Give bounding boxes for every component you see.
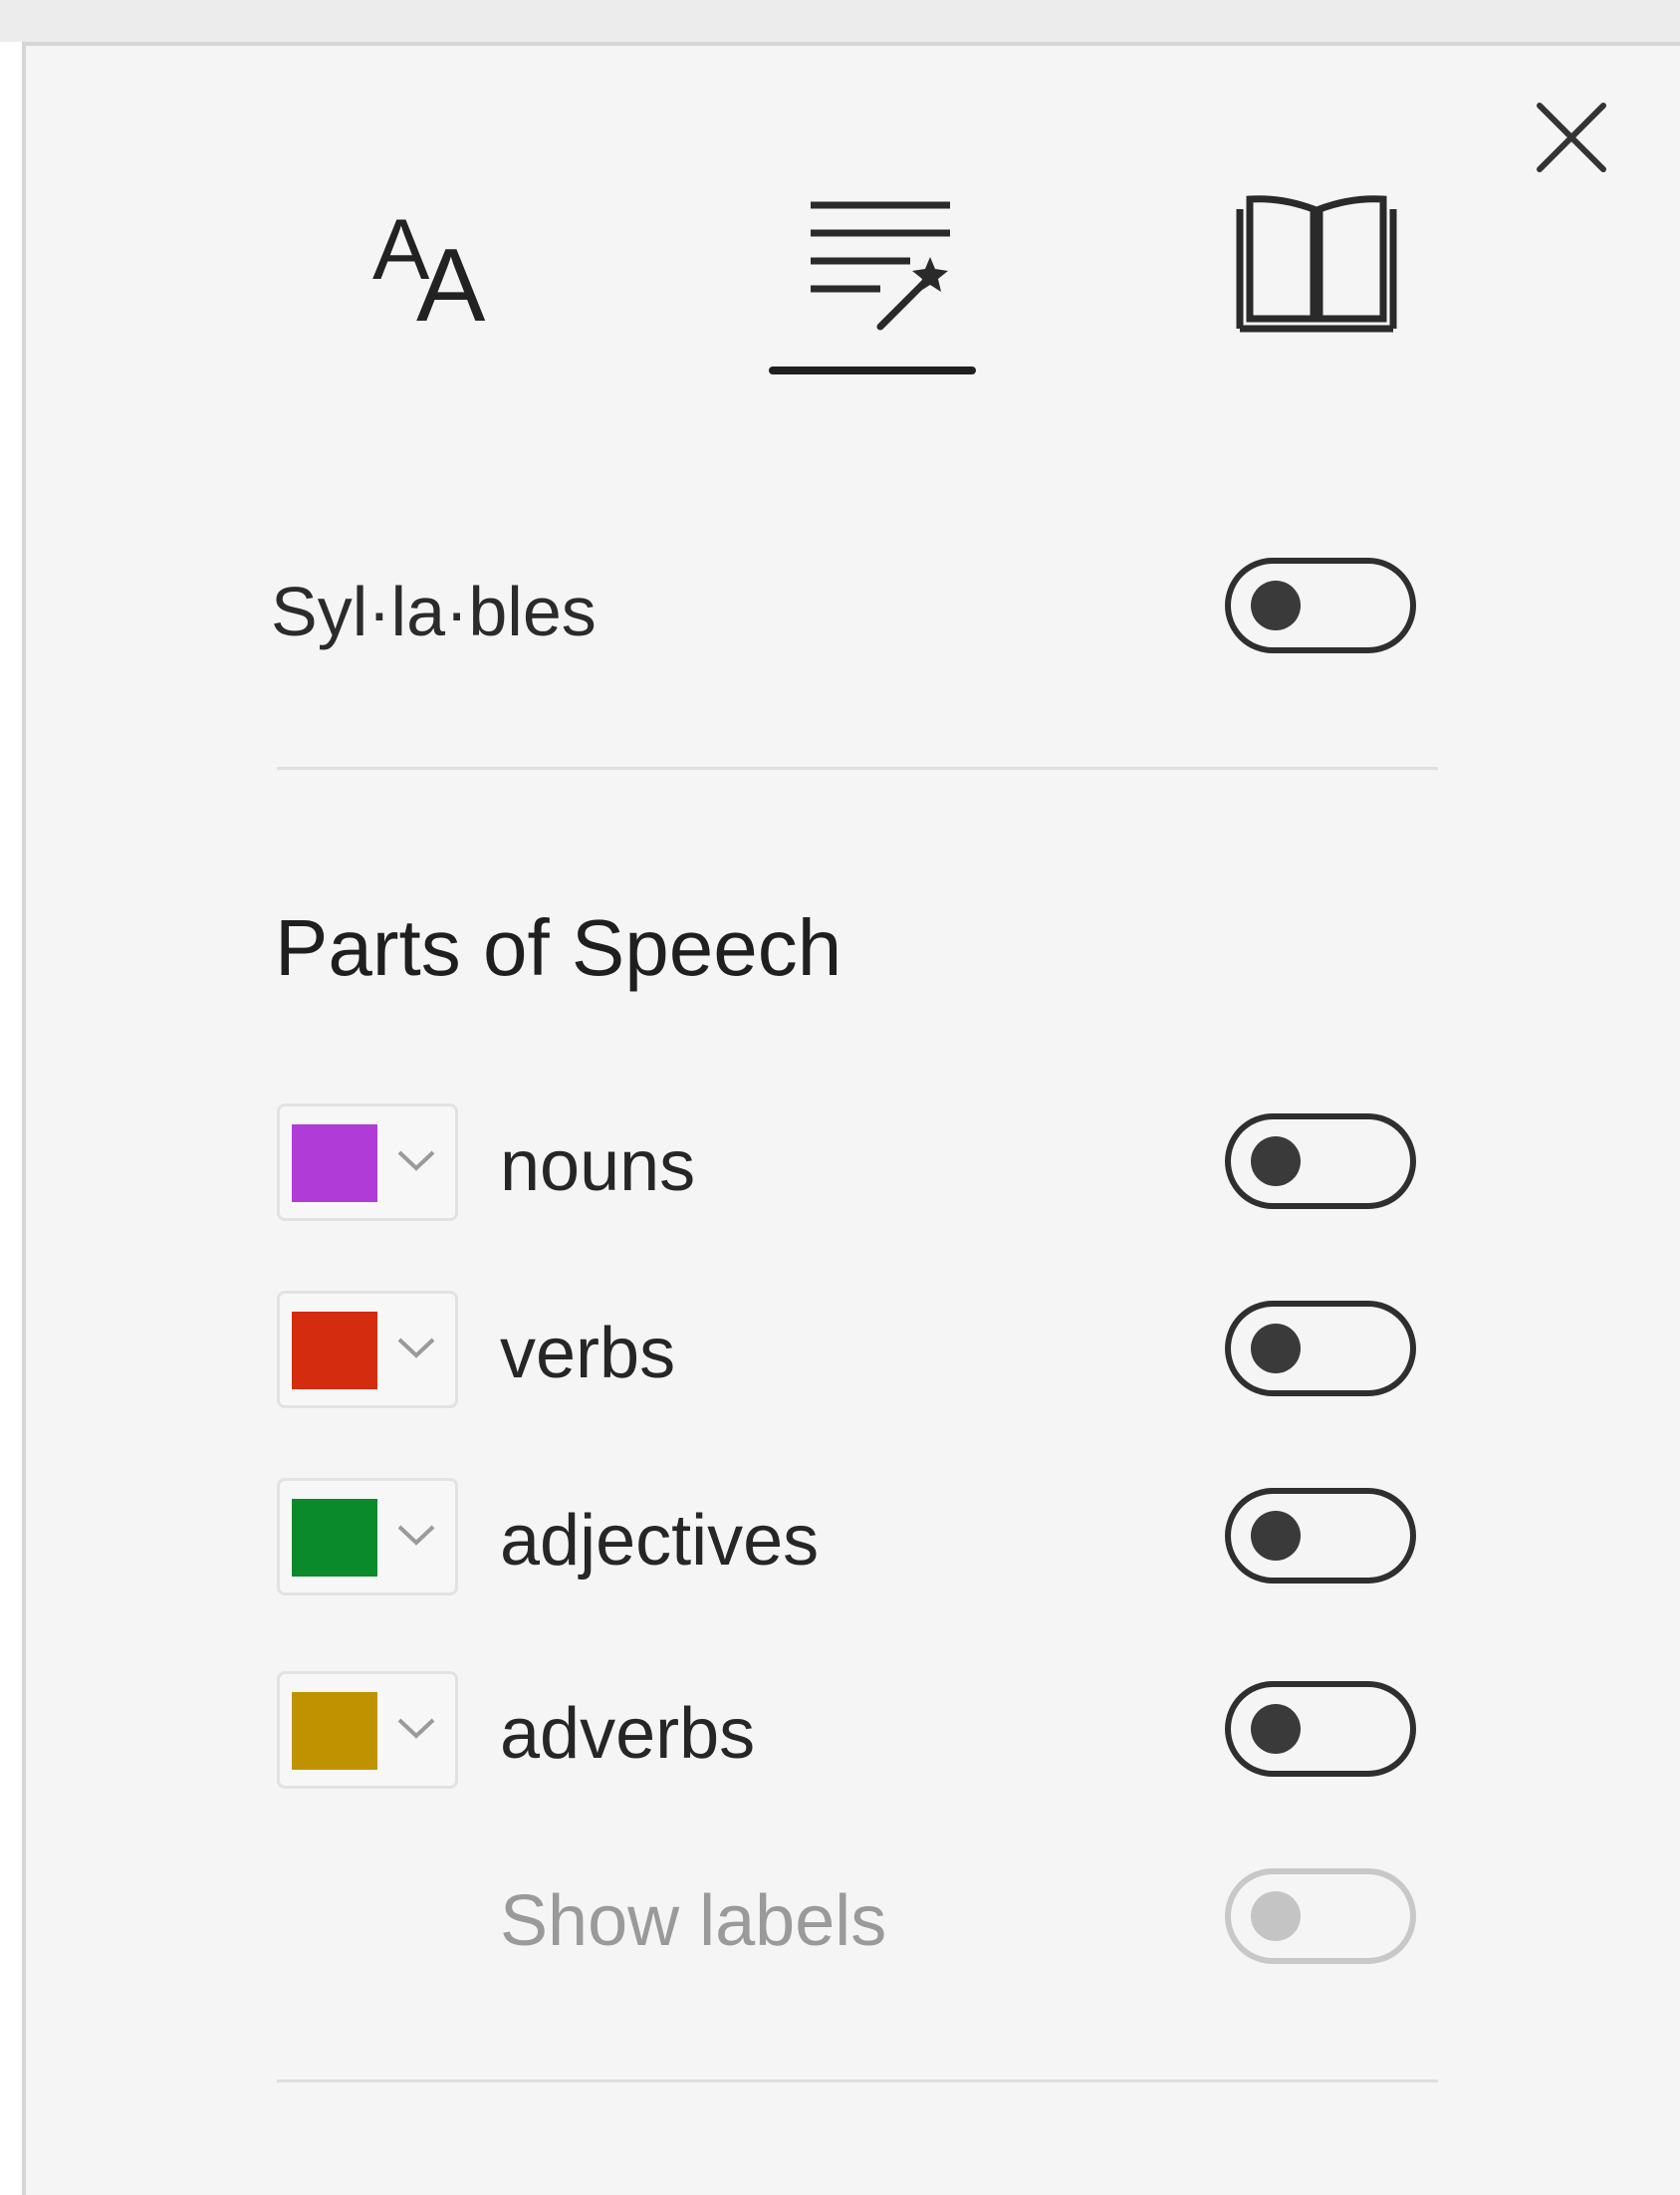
show-labels-toggle[interactable] xyxy=(1225,1868,1416,1964)
nouns-color-swatch xyxy=(292,1124,377,1202)
syllables-toggle[interactable] xyxy=(1225,558,1416,653)
toggle-knob xyxy=(1251,1136,1301,1186)
adjectives-color-picker[interactable] xyxy=(277,1478,458,1595)
divider xyxy=(277,767,1438,770)
close-icon xyxy=(1537,103,1606,172)
adjectives-color-swatch xyxy=(292,1499,377,1577)
text-size-icon: A A xyxy=(372,202,486,339)
toggle-knob xyxy=(1251,1891,1301,1941)
adverbs-color-picker[interactable] xyxy=(277,1671,458,1789)
syllables-label: Syl·la·bles xyxy=(271,573,597,650)
adjectives-label: adjectives xyxy=(500,1501,820,1581)
chevron-down-icon xyxy=(397,1525,435,1546)
tab-reading-preferences[interactable] xyxy=(1207,189,1426,378)
parts-of-speech-title: Parts of Speech xyxy=(275,903,842,992)
verbs-color-swatch xyxy=(292,1312,377,1389)
show-labels-label: Show labels xyxy=(500,1881,887,1961)
nouns-color-picker[interactable] xyxy=(277,1103,458,1221)
svg-text:A: A xyxy=(416,228,486,339)
verbs-color-picker[interactable] xyxy=(277,1291,458,1408)
adjectives-toggle[interactable] xyxy=(1225,1488,1416,1584)
nouns-label: nouns xyxy=(500,1126,696,1206)
chevron-down-icon xyxy=(397,1338,435,1358)
nouns-toggle[interactable] xyxy=(1225,1113,1416,1209)
divider xyxy=(277,2079,1438,2082)
window-top-strip xyxy=(0,0,1680,42)
selected-tab-indicator xyxy=(769,366,976,374)
verbs-label: verbs xyxy=(500,1314,676,1393)
chevron-down-icon xyxy=(397,1718,435,1739)
chevron-down-icon xyxy=(397,1150,435,1171)
tab-text-preferences[interactable]: A A xyxy=(321,189,540,378)
toggle-knob xyxy=(1251,581,1301,630)
adverbs-color-swatch xyxy=(292,1692,377,1770)
verbs-toggle[interactable] xyxy=(1225,1301,1416,1396)
book-icon xyxy=(1236,195,1397,333)
adverbs-label: adverbs xyxy=(500,1694,756,1774)
toggle-knob xyxy=(1251,1704,1301,1754)
close-button[interactable] xyxy=(1532,98,1611,177)
tab-grammar-options[interactable] xyxy=(761,189,980,378)
toggle-knob xyxy=(1251,1324,1301,1373)
grammar-wand-icon xyxy=(811,201,950,331)
adverbs-toggle[interactable] xyxy=(1225,1681,1416,1777)
toggle-knob xyxy=(1251,1511,1301,1561)
